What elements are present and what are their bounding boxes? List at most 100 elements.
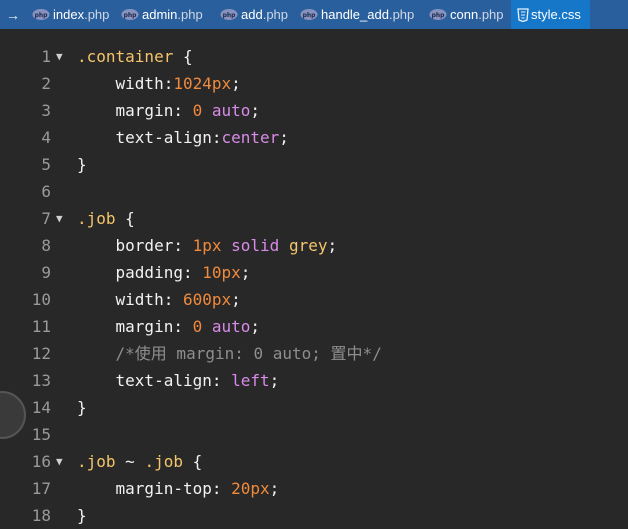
code-editor[interactable]: 1 ▼ .container {2 width:1024px; 3 margin: 0… xyxy=(0,29,628,526)
fold-arrow-icon[interactable]: ▼ xyxy=(56,448,68,475)
code-line: 17 margin-top: 20px; xyxy=(0,475,628,502)
tab-label: index xyxy=(53,7,85,22)
code-token: 20px xyxy=(231,479,270,498)
code-token: width: xyxy=(77,74,174,93)
line-number: 4 xyxy=(41,128,51,147)
code-token: center xyxy=(221,128,280,147)
tab-list: php index .php php admin .php php add .php php han… xyxy=(26,0,590,29)
code-line: 12 /*使用 margin: 0 auto; 置中*/ xyxy=(0,340,628,367)
code-token: grey xyxy=(288,236,328,255)
code-text: } xyxy=(77,151,87,178)
fold-arrow-icon[interactable]: ▼ xyxy=(56,205,68,232)
tab-extension: .php xyxy=(478,7,504,22)
line-number: 3 xyxy=(41,101,51,120)
line-number: 17 xyxy=(31,479,51,498)
code-token: width: xyxy=(77,290,183,309)
tab-handle_add[interactable]: php handle_add .php xyxy=(294,0,423,29)
code-token: } xyxy=(77,398,87,417)
code-token: border: xyxy=(77,236,193,255)
tab-extension: .php xyxy=(262,7,289,22)
code-token: ; xyxy=(231,290,241,309)
code-line: 15 xyxy=(0,421,628,448)
code-text: margin: 0 auto; xyxy=(77,313,261,340)
line-number: 5 xyxy=(41,155,51,174)
code-line: 11 margin: 0 auto; xyxy=(0,313,628,340)
code-token: auto xyxy=(211,317,251,336)
tab-add[interactable]: php add .php xyxy=(214,0,294,29)
code-token: margin: xyxy=(77,101,193,120)
svg-text:php: php xyxy=(303,12,317,19)
php-icon: php xyxy=(32,8,50,21)
code-text: /*使用 margin: 0 auto; 置中*/ xyxy=(77,340,382,367)
tab-index[interactable]: php index .php xyxy=(26,0,115,29)
line-number: 8 xyxy=(41,236,51,255)
code-text: } xyxy=(77,502,87,529)
svg-text:php: php xyxy=(35,12,49,19)
tab-label: handle_add xyxy=(321,7,389,22)
tab-conn[interactable]: php conn .php xyxy=(423,0,511,29)
back-arrow-icon[interactable]: → xyxy=(0,0,26,29)
code-token: padding: xyxy=(77,263,203,282)
code-token: } xyxy=(77,506,87,525)
code-line: 5} xyxy=(0,151,628,178)
code-text: .job ~ .job { xyxy=(77,448,202,475)
code-token: 10px xyxy=(202,263,241,282)
code-token: ; xyxy=(327,236,338,255)
code-line: 16 ▼ .job ~ .job { xyxy=(0,448,628,475)
code-token: 0 xyxy=(192,317,203,336)
tab-label: admin xyxy=(142,7,178,22)
code-line: 6 xyxy=(0,178,628,205)
code-line: 3 margin: 0 auto; xyxy=(0,97,628,124)
code-line: 4 text-align:center; xyxy=(0,124,628,151)
code-token: ; xyxy=(250,101,261,120)
code-token: { xyxy=(182,452,203,471)
code-text: .container { xyxy=(77,43,193,70)
code-token: ; xyxy=(240,263,251,282)
code-token: 600px xyxy=(182,290,232,309)
code-token: solid xyxy=(231,236,280,255)
line-number: 9 xyxy=(41,263,51,282)
tab-style-css[interactable]: style.css xyxy=(511,0,590,29)
code-line: 7 ▼ .job { xyxy=(0,205,628,232)
line-number: 1 xyxy=(41,47,51,66)
tab-admin[interactable]: php admin .php xyxy=(115,0,214,29)
code-token: ; xyxy=(279,128,289,147)
code-text: width:1024px; xyxy=(77,70,241,97)
code-token: ~ xyxy=(115,452,145,471)
code-token: { xyxy=(115,209,135,228)
code-text: text-align:center; xyxy=(77,124,289,151)
code-token: { xyxy=(173,47,193,66)
svg-text:php: php xyxy=(432,12,446,19)
code-token: auto xyxy=(211,101,251,120)
tab-label: add xyxy=(241,7,263,22)
line-number: 12 xyxy=(31,344,51,363)
code-token: /*使用 margin: 0 auto; 置中*/ xyxy=(77,344,382,363)
code-line: 2 width:1024px; xyxy=(0,70,628,97)
code-token: .container xyxy=(77,47,174,66)
code-line: 10 width: 600px; xyxy=(0,286,628,313)
code-text: margin: 0 auto; xyxy=(77,97,261,124)
code-token: } xyxy=(77,155,87,174)
tab-extension: .php xyxy=(177,7,203,22)
code-token: .job xyxy=(77,209,116,228)
tab-extension: .php xyxy=(84,7,110,22)
code-text: .job { xyxy=(77,205,135,232)
code-line: 1 ▼ .container { xyxy=(0,43,628,70)
code-token: 1024px xyxy=(173,74,232,93)
fold-arrow-icon[interactable]: ▼ xyxy=(56,43,68,70)
line-number: 6 xyxy=(41,182,51,201)
code-token: ; xyxy=(269,479,280,498)
php-icon: php xyxy=(300,8,318,21)
php-icon: php xyxy=(220,8,238,21)
code-line: 18} xyxy=(0,502,628,529)
code-token: .job xyxy=(144,452,183,471)
line-number: 7 xyxy=(41,209,51,228)
code-line: 13 text-align: left; xyxy=(0,367,628,394)
code-token: ; xyxy=(250,317,261,336)
code-line: 14} xyxy=(0,394,628,421)
code-token: left xyxy=(231,371,270,390)
code-token: text-align: xyxy=(77,128,222,147)
